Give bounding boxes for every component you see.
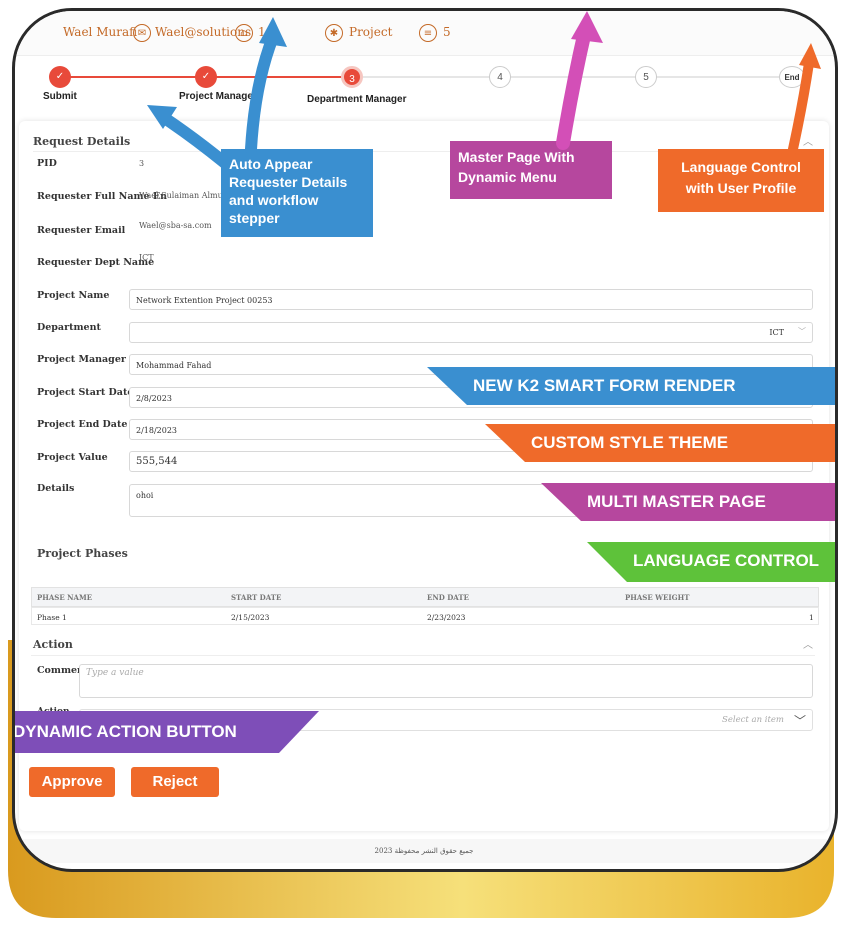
screen-frame: Wael Murafi ✉ Wael@solutions ⌂ 1 ✱ Proje… [12, 8, 838, 872]
annotation-arrows [147, 11, 821, 169]
